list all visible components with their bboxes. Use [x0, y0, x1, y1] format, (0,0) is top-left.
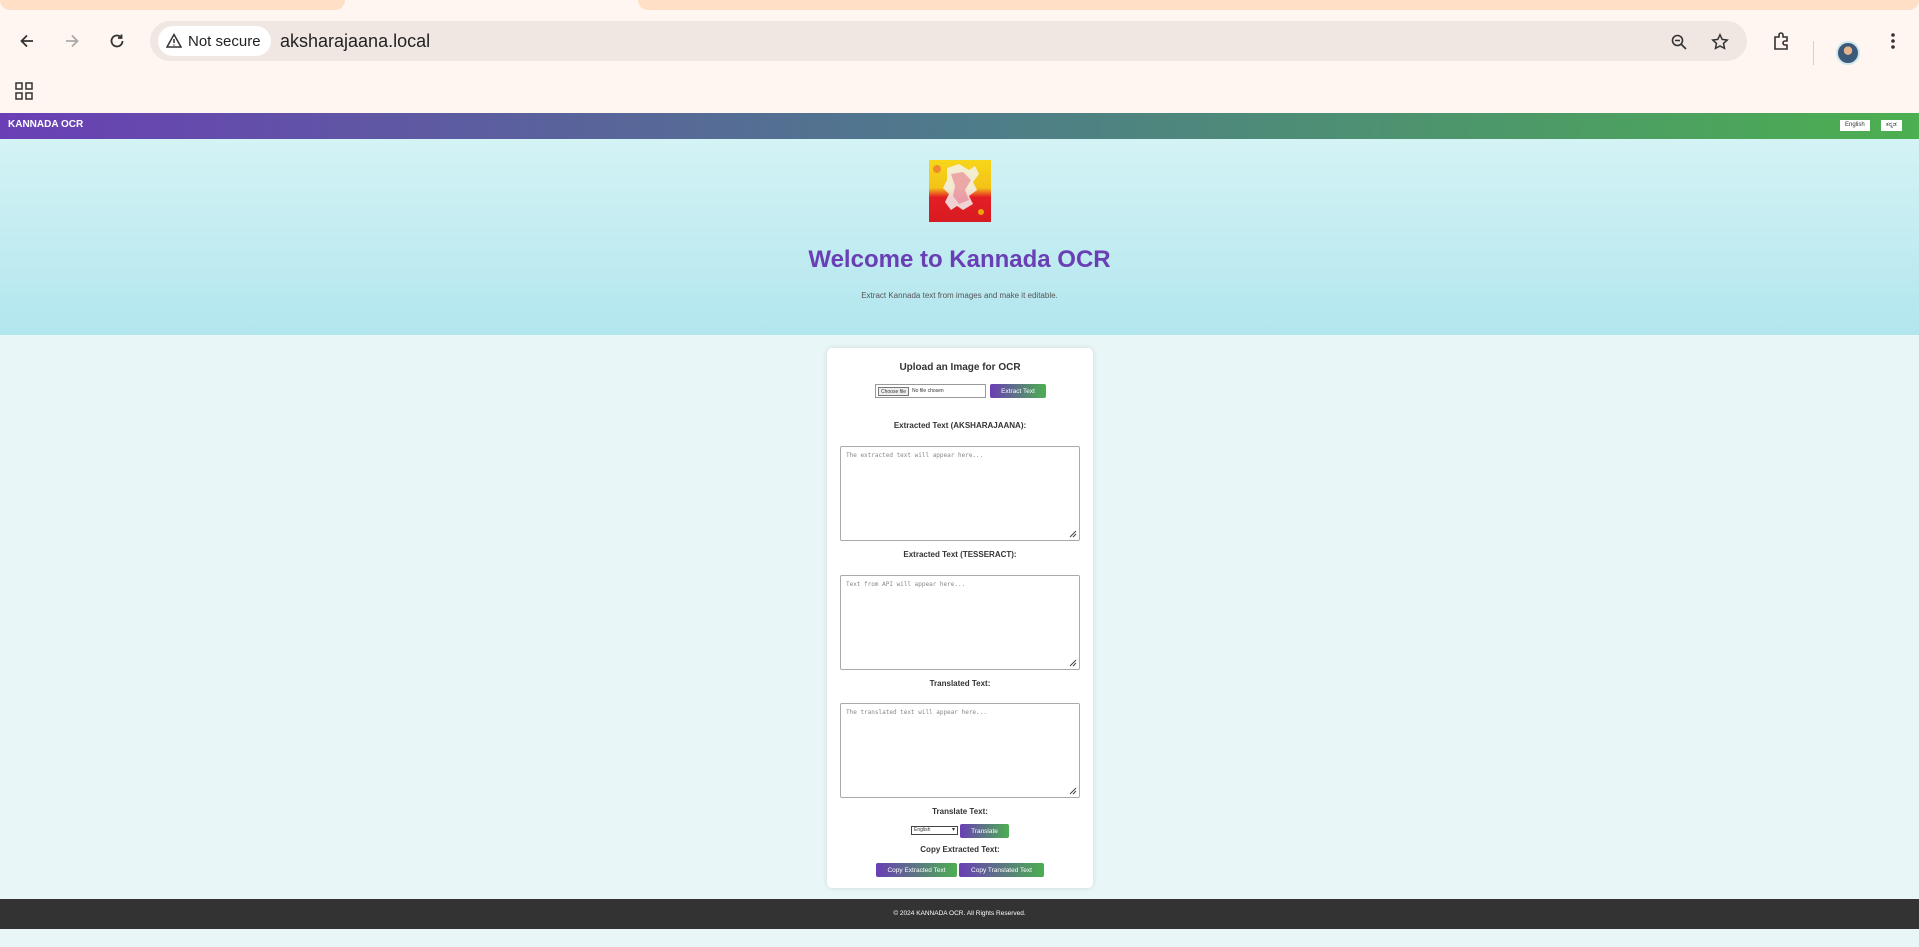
upload-title: Upload an Image for OCR [899, 362, 1021, 373]
ocr-card: Upload an Image for OCR Choose file No f… [827, 348, 1093, 888]
choose-file-button[interactable]: Choose file [878, 386, 910, 396]
copyright-text: © 2024 KANNADA OCR. All Rights Reserved. [893, 910, 1026, 917]
site-brand[interactable]: KANNADA OCR [8, 119, 83, 130]
translated-textarea[interactable]: The translated text will appear here... [840, 703, 1080, 798]
tab-strip [0, 0, 1919, 12]
browser-tab[interactable] [0, 0, 345, 10]
aksharajaana-label: Extracted Text (AKSHARAJAANA): [893, 421, 1027, 430]
translate-button[interactable]: Translate [960, 824, 1009, 838]
site-navbar: KANNADA OCR English ಕನ್ನಡ [0, 113, 1919, 139]
copy-translated-button[interactable]: Copy Translated Text [959, 863, 1044, 877]
tesseract-label: Extracted Text (TESSERACT): [903, 550, 1017, 559]
menu-kebab-icon[interactable] [1880, 28, 1906, 54]
address-bar[interactable]: Not secure aksharajaana.local [150, 21, 1747, 61]
aksharajaana-placeholder: The extracted text will appear here... [846, 452, 984, 459]
file-input[interactable]: Choose file No file chosen [875, 384, 986, 398]
translated-placeholder: The translated text will appear here... [846, 709, 987, 716]
language-select-value: English [914, 827, 931, 833]
extensions-icon[interactable] [1769, 28, 1795, 54]
chevron-down-icon: ▾ [951, 827, 955, 833]
resize-handle-icon[interactable] [1069, 787, 1077, 795]
english-language-button[interactable]: English [1840, 120, 1870, 131]
aksharajaana-textarea[interactable]: The extracted text will appear here... [840, 446, 1080, 541]
karnataka-logo [929, 160, 991, 222]
translated-label: Translated Text: [929, 679, 991, 688]
tesseract-placeholder: Text from API will appear here... [846, 581, 966, 588]
warning-icon [166, 33, 182, 48]
no-file-text: No file chosen [912, 388, 944, 394]
translate-label: Translate Text: [932, 807, 988, 816]
resize-handle-icon[interactable] [1069, 659, 1077, 667]
bookmark-star-icon[interactable] [1709, 31, 1731, 53]
resize-handle-icon[interactable] [1069, 530, 1077, 538]
copy-extracted-button[interactable]: Copy Extracted Text [876, 863, 957, 877]
hero-section: Welcome to Kannada OCR Extract Kannada t… [0, 139, 1919, 335]
page-subtitle: Extract Kannada text from images and mak… [861, 291, 1058, 300]
back-icon[interactable] [14, 28, 40, 54]
copy-label: Copy Extracted Text: [920, 845, 1000, 854]
zoom-icon[interactable] [1668, 31, 1690, 53]
apps-grid-icon[interactable] [11, 78, 37, 104]
bookmarks-bar [0, 70, 1919, 113]
page-viewport: KANNADA OCR English ಕನ್ನಡ Welcome to Kan… [0, 113, 1919, 947]
forward-icon[interactable] [59, 28, 85, 54]
page-title: Welcome to Kannada OCR [808, 246, 1111, 273]
browser-tab[interactable] [638, 0, 1919, 10]
page-bottom [0, 929, 1919, 947]
url-text[interactable]: aksharajaana.local [280, 31, 430, 52]
extract-text-button[interactable]: Extract Text [990, 384, 1046, 398]
site-info-chip[interactable]: Not secure [158, 26, 271, 56]
profile-avatar[interactable] [1836, 41, 1860, 65]
kannada-language-button[interactable]: ಕನ್ನಡ [1881, 120, 1902, 131]
language-select[interactable]: English ▾ [911, 826, 958, 835]
reload-icon[interactable] [104, 28, 130, 54]
toolbar-separator [1813, 41, 1814, 65]
site-footer: © 2024 KANNADA OCR. All Rights Reserved. [0, 899, 1919, 929]
tesseract-textarea[interactable]: Text from API will appear here... [840, 575, 1080, 670]
security-label: Not secure [188, 32, 261, 50]
browser-toolbar: Not secure aksharajaana.local [0, 12, 1919, 70]
